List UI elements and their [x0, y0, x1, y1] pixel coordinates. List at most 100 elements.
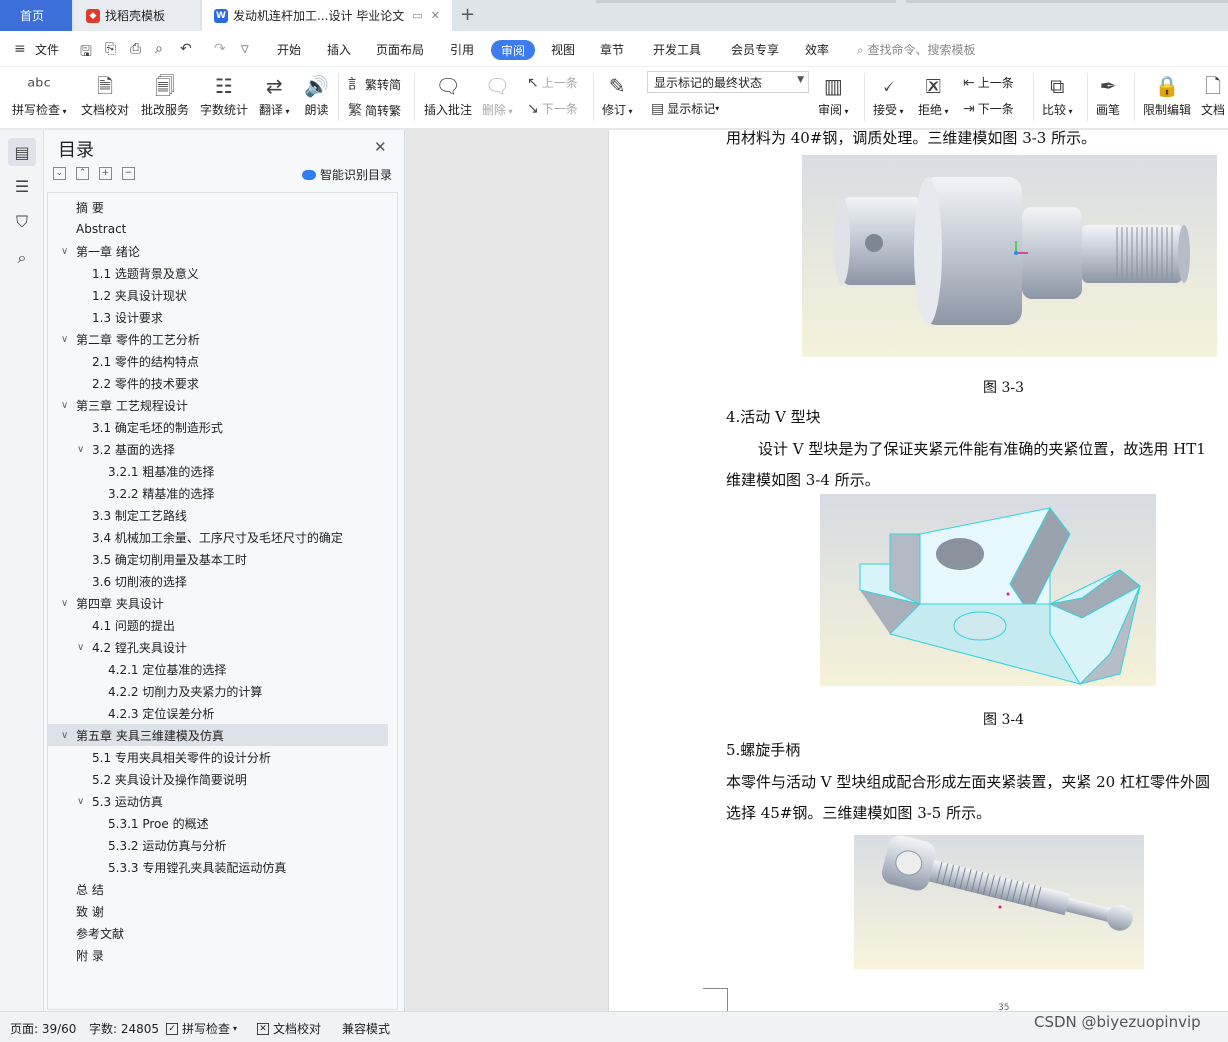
tab-display-icon[interactable]: ▭ [412, 9, 422, 22]
read-aloud-button[interactable]: 🔊 朗读 [304, 71, 329, 118]
toc-item[interactable]: 2.1 零件的结构特点 [48, 350, 388, 372]
menu-start[interactable]: 开始 [277, 41, 301, 58]
show-markup-button[interactable]: ▤ 显示标记 ▾ [651, 100, 719, 117]
toc-item[interactable]: ∨ 第三章 工艺规程设计 [48, 394, 388, 416]
menu-review[interactable]: 审阅 [491, 40, 535, 60]
print-preview-icon[interactable]: ⌕ [155, 41, 163, 57]
new-tab-button[interactable]: + [460, 4, 475, 25]
command-search[interactable]: ⌕ 查找命令、搜索模板 [857, 41, 976, 58]
markup-state-select[interactable]: 显示标记的最终状态 ▼ [647, 71, 809, 93]
tab-home[interactable]: 首页 [0, 0, 72, 31]
menu-member[interactable]: 会员专享 [731, 41, 779, 58]
toc-item[interactable]: 5.3.3 专用镗孔夹具装配运动仿真 [48, 856, 388, 878]
toc-item[interactable]: 5.3.2 运动仿真与分析 [48, 834, 388, 856]
chevron-down-icon[interactable]: ∨ [77, 796, 84, 807]
compare-button[interactable]: ⧉ 比较 ▾ [1042, 71, 1073, 118]
status-spell-check[interactable]: ✓ 拼写检查 ▾ [166, 1020, 237, 1037]
toc-item[interactable]: 3.4 机械加工余量、工序尺寸及毛坯尺寸的确定 [48, 526, 388, 548]
page-indicator[interactable]: 页面: 39/60 [10, 1020, 76, 1037]
menu-file[interactable]: 文件 [35, 41, 59, 58]
translate-button[interactable]: ⇄ 翻译 ▾ [259, 71, 290, 118]
toc-item[interactable]: ∨ 第五章 夹具三维建模及仿真 [48, 724, 388, 746]
prev-comment-button[interactable]: ↖ 上一条 [527, 74, 578, 91]
prev-change-button[interactable]: ⇤ 上一条 [963, 74, 1014, 91]
review-pane-button[interactable]: ▥ 审阅 ▾ [818, 71, 849, 118]
revise-button[interactable]: ✎ 修订 ▾ [602, 71, 633, 118]
chevron-down-icon[interactable]: ∨ [61, 334, 68, 345]
chevron-down-icon[interactable]: ∨ [61, 730, 68, 741]
toc-item[interactable]: 摘 要 [48, 196, 388, 218]
toc-item[interactable]: 附 录 [48, 944, 388, 966]
pen-button[interactable]: ✒ 画笔 [1096, 71, 1120, 118]
chevron-down-icon[interactable]: ∨ [61, 598, 68, 609]
export-pdf-icon[interactable]: ⎘ [105, 41, 116, 57]
accept-button[interactable]: 🗸 接受 ▾ [873, 71, 904, 118]
toc-item[interactable]: 1.2 夹具设计现状 [48, 284, 388, 306]
chevron-down-icon[interactable]: ∨ [61, 400, 68, 411]
tab-daoke[interactable]: ◆ 找稻壳模板 [74, 0, 200, 31]
chapter-nav-icon[interactable]: ☰ [8, 172, 36, 200]
toc-item[interactable]: Abstract [48, 218, 388, 240]
next-comment-button[interactable]: ↘ 下一条 [527, 100, 578, 117]
doc-check-button[interactable]: 🗎 文档校对 [81, 71, 129, 118]
toc-item[interactable]: 4.2.3 定位误差分析 [48, 702, 388, 724]
toc-item[interactable]: 5.2 夹具设计及操作简要说明 [48, 768, 388, 790]
toc-item[interactable]: 4.2.1 定位基准的选择 [48, 658, 388, 680]
toc-item[interactable]: 2.2 零件的技术要求 [48, 372, 388, 394]
search-icon[interactable]: ⌕ [8, 244, 36, 272]
correction-service-button[interactable]: 🗐 批改服务 [141, 71, 189, 118]
undo-icon[interactable]: ↶ [180, 41, 192, 57]
chevron-down-icon[interactable]: ∨ [61, 246, 68, 257]
spell-check-button[interactable]: ᵃᵇᶜ 拼写检查 ▾ [12, 71, 67, 118]
menu-dev-tools[interactable]: 开发工具 [653, 41, 701, 58]
toc-item[interactable]: 3.5 确定切削用量及基本工时 [48, 548, 388, 570]
toc-item[interactable]: ∨ 3.2 基面的选择 [48, 438, 388, 460]
toc-item[interactable]: ∨ 5.3 运动仿真 [48, 790, 388, 812]
tab-document[interactable]: W 发动机连杆加工...设计 毕业论文 ▭ ✕ [202, 0, 452, 31]
print-icon[interactable]: ⎙ [130, 41, 141, 57]
toc-item[interactable]: 3.2.1 粗基准的选择 [48, 460, 388, 482]
simp-to-trad-button[interactable]: 繁简转繁 [348, 100, 401, 120]
word-count-indicator[interactable]: 字数: 24805 [89, 1020, 159, 1037]
menu-page-layout[interactable]: 页面布局 [376, 41, 424, 58]
toc-item[interactable]: 3.6 切削液的选择 [48, 570, 388, 592]
close-icon[interactable]: ✕ [374, 138, 387, 156]
hamburger-menu-icon[interactable]: ≡ [14, 41, 26, 57]
toc-item[interactable]: 4.2.2 切削力及夹紧力的计算 [48, 680, 388, 702]
trad-to-simp-button[interactable]: 訁繁转简 [348, 74, 401, 94]
delete-comment-button[interactable]: 🗨 删除 ▾ [482, 71, 513, 118]
toc-nav-icon[interactable]: ▤ [8, 138, 36, 166]
toc-item[interactable]: 1.3 设计要求 [48, 306, 388, 328]
expand-up-icon[interactable]: ⌃ [76, 167, 89, 180]
menu-reference[interactable]: 引用 [450, 41, 474, 58]
toc-item[interactable]: ∨ 4.2 镗孔夹具设计 [48, 636, 388, 658]
next-change-button[interactable]: ⇥ 下一条 [963, 100, 1014, 117]
toc-item[interactable]: 3.3 制定工艺路线 [48, 504, 388, 526]
add-level-icon[interactable]: + [99, 167, 112, 180]
restrict-edit-button[interactable]: 🔒 限制编辑 [1143, 71, 1191, 118]
insert-comment-button[interactable]: 🗨 插入批注 [424, 71, 472, 118]
toc-item[interactable]: 总 结 [48, 878, 388, 900]
quick-access-dropdown-icon[interactable]: ▽ [241, 44, 249, 55]
toc-item[interactable]: 5.1 专用夹具相关零件的设计分析 [48, 746, 388, 768]
chevron-down-icon[interactable]: ∨ [77, 444, 84, 455]
toc-item[interactable]: 1.1 选题背景及意义 [48, 262, 388, 284]
toc-item[interactable]: 参考文献 [48, 922, 388, 944]
tab-close-icon[interactable]: ✕ [431, 9, 440, 22]
menu-view[interactable]: 视图 [551, 41, 575, 58]
toc-item[interactable]: 3.1 确定毛坯的制造形式 [48, 416, 388, 438]
menu-efficiency[interactable]: 效率 [805, 41, 829, 58]
toc-item[interactable]: ∨ 第二章 零件的工艺分析 [48, 328, 388, 350]
word-count-button[interactable]: ☷ 字数统计 [200, 71, 248, 118]
toc-item[interactable]: 5.3.1 Proe 的概述 [48, 812, 388, 834]
doc-more-button[interactable]: 🗋 文档 [1201, 71, 1225, 118]
toc-item[interactable]: ∨ 第四章 夹具设计 [48, 592, 388, 614]
status-doc-check[interactable]: ✕ 文档校对 [257, 1020, 321, 1037]
save-icon[interactable]: 🖫 [80, 41, 92, 65]
smart-toc-button[interactable]: 智能识别目录 [302, 166, 392, 183]
bookmark-icon[interactable]: ⛉ [8, 208, 36, 236]
chevron-down-icon[interactable]: ∨ [77, 642, 84, 653]
redo-icon[interactable]: ↷ [214, 41, 226, 57]
toc-item[interactable]: 致 谢 [48, 900, 388, 922]
reject-button[interactable]: 🗷 拒绝 ▾ [918, 71, 949, 118]
